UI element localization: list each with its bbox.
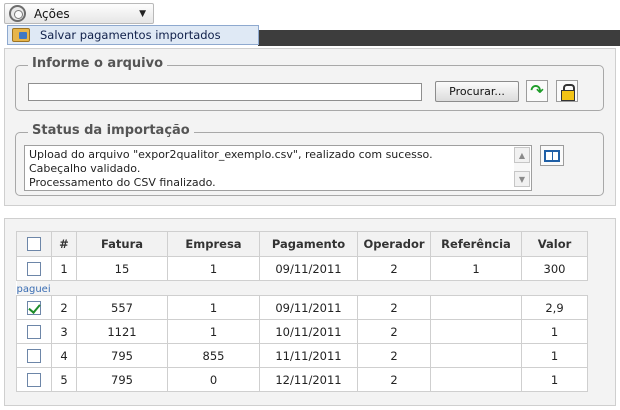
scroll-track[interactable] (514, 163, 530, 171)
select-all-checkbox[interactable] (27, 237, 41, 252)
file-path-input[interactable] (28, 83, 422, 101)
cell-num: 2 (51, 295, 77, 320)
column-header[interactable]: Pagamento (259, 231, 358, 257)
cell-valor: 2,9 (521, 295, 588, 320)
cell-operador: 2 (357, 319, 431, 344)
payments-panel: # Fatura Empresa Pagamento Operador Refe… (4, 218, 616, 406)
browse-button[interactable]: Procurar... (435, 81, 519, 102)
cell-pagamento: 11/11/2011 (259, 343, 358, 368)
chevron-down-icon: ▼ (139, 9, 146, 19)
cell-referencia (430, 319, 522, 344)
status-legend: Status da importação (28, 123, 194, 138)
actions-menu-button[interactable]: Ações ▼ (4, 3, 154, 24)
file-fieldset: Informe o arquivo Procurar... ↷ (15, 56, 604, 111)
status-log[interactable]: Upload do arquivo "expor2qualitor_exempl… (24, 145, 532, 191)
cell-pagamento: 12/11/2011 (259, 367, 358, 392)
cell-referencia (430, 295, 522, 320)
cell-referencia (430, 343, 522, 368)
actions-label: Ações (34, 6, 70, 21)
cell-operador: 2 (357, 367, 431, 392)
column-header[interactable]: Operador (357, 231, 431, 257)
cell-operador: 2 (357, 256, 431, 281)
table-row[interactable]: 3 1121 1 10/11/2011 2 1 (16, 319, 588, 344)
cell-operador: 2 (357, 343, 431, 368)
file-legend: Informe o arquivo (28, 56, 168, 71)
table-header-row: # Fatura Empresa Pagamento Operador Refe… (16, 231, 588, 257)
menu-item-label: Salvar pagamentos importados (40, 28, 221, 42)
cell-num: 3 (51, 319, 77, 344)
table-row[interactable]: 5 795 0 12/11/2011 2 1 (16, 367, 588, 392)
cell-operador: 2 (357, 295, 431, 320)
status-fieldset: Status da importação Upload do arquivo "… (15, 123, 604, 196)
row-checkbox[interactable] (27, 348, 41, 363)
table-row[interactable]: 1 15 1 09/11/2011 2 1 300 (16, 256, 588, 281)
cell-pagamento: 09/11/2011 (259, 256, 358, 281)
cell-empresa: 855 (167, 343, 260, 368)
status-line: Cabeçalho validado. (29, 162, 141, 175)
group-row: paguei (16, 280, 588, 296)
column-header[interactable]: Valor (521, 231, 588, 257)
row-checkbox[interactable] (27, 300, 41, 315)
select-all-cell (16, 231, 52, 257)
log-button[interactable] (540, 145, 564, 166)
status-scrollbar[interactable]: ▲ ▼ (514, 147, 530, 189)
cell-valor: 1 (521, 367, 588, 392)
column-header[interactable]: Empresa (167, 231, 260, 257)
cell-fatura: 795 (76, 367, 168, 392)
cell-fatura: 795 (76, 343, 168, 368)
row-checkbox-cell (16, 295, 52, 320)
cell-pagamento: 09/11/2011 (259, 295, 358, 320)
status-line: Upload do arquivo "expor2qualitor_exempl… (29, 148, 433, 161)
cell-valor: 300 (521, 256, 588, 281)
toolbar: Ações ▼ Salvar pagamentos importados (0, 0, 620, 46)
cell-pagamento: 10/11/2011 (259, 319, 358, 344)
cell-num: 5 (51, 367, 77, 392)
refresh-button[interactable]: ↷ (526, 80, 548, 102)
scroll-down-icon[interactable]: ▼ (514, 171, 530, 187)
table-row[interactable]: 2 557 1 09/11/2011 2 2,9 (16, 295, 588, 320)
cell-referencia: 1 (430, 256, 522, 281)
group-label: paguei (16, 284, 51, 295)
scroll-up-icon[interactable]: ▲ (514, 147, 530, 163)
green-arrow-icon: ↷ (530, 81, 544, 100)
cell-fatura: 1121 (76, 319, 168, 344)
row-checkbox-cell (16, 343, 52, 368)
cell-fatura: 557 (76, 295, 168, 320)
column-header[interactable]: Fatura (76, 231, 168, 257)
payments-table: # Fatura Empresa Pagamento Operador Refe… (16, 231, 588, 392)
group-cell: paguei (16, 280, 588, 296)
table-row[interactable]: 4 795 855 11/11/2011 2 1 (16, 343, 588, 368)
lock-icon (561, 83, 575, 101)
row-checkbox[interactable] (27, 372, 41, 387)
row-checkbox-cell (16, 319, 52, 344)
column-header[interactable]: # (51, 231, 77, 257)
cell-empresa: 1 (167, 256, 260, 281)
cell-empresa: 0 (167, 367, 260, 392)
cell-num: 1 (51, 256, 77, 281)
cell-empresa: 1 (167, 319, 260, 344)
cell-num: 4 (51, 343, 77, 368)
lock-button[interactable] (556, 80, 578, 102)
row-checkbox[interactable] (27, 324, 41, 339)
cell-empresa: 1 (167, 295, 260, 320)
cell-referencia (430, 367, 522, 392)
row-checkbox-cell (16, 367, 52, 392)
toolbar-strip (258, 30, 620, 46)
book-icon (544, 149, 560, 162)
column-header[interactable]: Referência (430, 231, 522, 257)
save-import-icon (12, 28, 30, 42)
cell-fatura: 15 (76, 256, 168, 281)
row-checkbox-cell (16, 256, 52, 281)
row-checkbox[interactable] (27, 261, 41, 276)
status-line: Processamento do CSV finalizado. (29, 176, 216, 189)
menu-item-save-payments[interactable]: Salvar pagamentos importados (7, 25, 259, 45)
cell-valor: 1 (521, 343, 588, 368)
import-panel: Informe o arquivo Procurar... ↷ Status d… (4, 48, 616, 206)
cell-valor: 1 (521, 319, 588, 344)
gear-icon (9, 5, 26, 22)
